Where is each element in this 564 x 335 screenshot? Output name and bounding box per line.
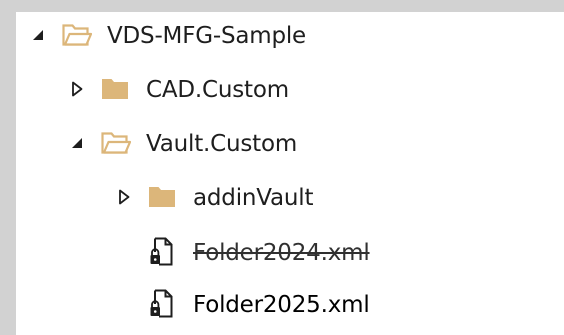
tree-node-label: CAD.Custom: [146, 77, 289, 103]
folder-closed-icon: [102, 79, 128, 99]
expanded-arrow-icon[interactable]: [30, 27, 46, 43]
xml-file-locked-icon: [150, 237, 173, 266]
tree-node-folder2024-xml[interactable]: Folder2024.xml: [16, 233, 556, 273]
xml-file-locked-icon: [150, 289, 173, 318]
tree-node-vds-mfg-sample[interactable]: VDS-MFG-Sample: [16, 16, 556, 56]
folder-open-icon: [62, 24, 92, 46]
expanded-arrow-icon[interactable]: [69, 135, 85, 151]
tree-node-label: Vault.Custom: [146, 131, 298, 157]
tree-node-label: VDS-MFG-Sample: [107, 23, 306, 49]
folder-open-icon: [101, 132, 131, 154]
tree-node-cad-custom[interactable]: CAD.Custom: [16, 70, 556, 110]
tree-node-addinvault[interactable]: addinVault: [16, 178, 556, 218]
tree-node-label: Folder2025.xml: [193, 292, 370, 318]
folder-closed-icon: [149, 187, 175, 207]
solution-explorer-tree: VDS-MFG-Sample CAD.Custom Vault.Custom a…: [16, 12, 564, 335]
tree-node-folder2025-xml[interactable]: Folder2025.xml: [16, 285, 556, 325]
tree-node-label: addinVault: [193, 185, 314, 211]
tree-node-label: Folder2024.xml: [193, 240, 370, 266]
tree-node-vault-custom[interactable]: Vault.Custom: [16, 124, 556, 164]
collapsed-arrow-icon[interactable]: [69, 81, 85, 97]
collapsed-arrow-icon[interactable]: [116, 189, 132, 205]
